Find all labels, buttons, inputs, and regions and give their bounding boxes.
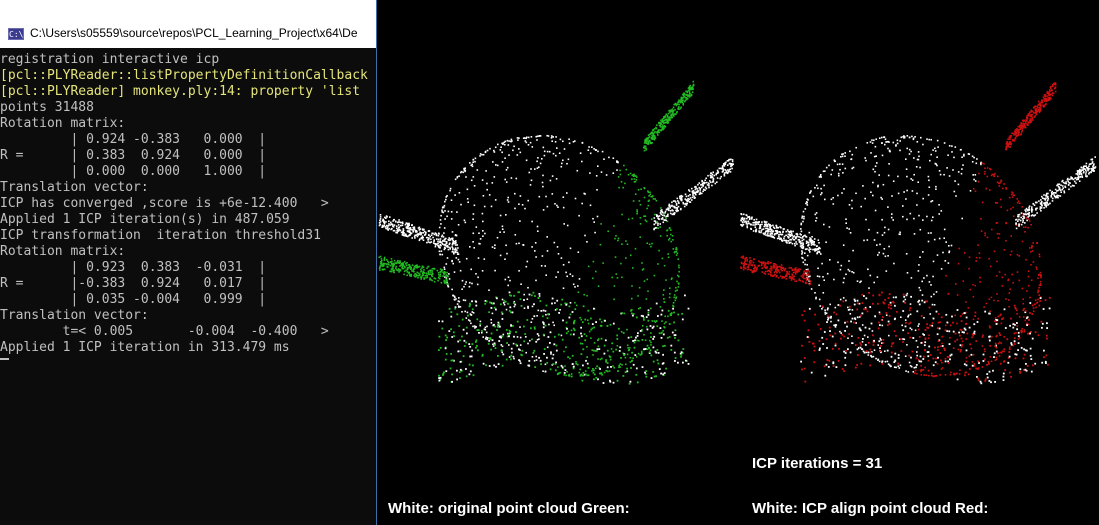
- console-line: Rotation matrix:: [0, 116, 126, 131]
- icp-iterations-label: ICP iterations = 31: [752, 455, 883, 472]
- console-title: C:\Users\s05559\source\repos\PCL_Learnin…: [30, 26, 358, 40]
- console-line: [pcl::PLYReader::listPropertyDefinitionC…: [0, 68, 368, 83]
- console-cursor: [0, 358, 9, 360]
- point-cloud-aligned: [740, 82, 1097, 385]
- console-line: | 0.923 0.383 -0.031 |: [0, 260, 267, 275]
- console-line: points 31488: [0, 100, 94, 115]
- console-line: registration interactive icp: [0, 52, 220, 67]
- console-line: [pcl::PLYReader] monkey.ply:14: property…: [0, 84, 361, 99]
- console-window: C:\ C:\Users\s05559\source\repos\PCL_Lea…: [0, 0, 377, 525]
- console-line: Translation vector:: [0, 180, 149, 195]
- console-line: R = |-0.383 0.924 0.017 |: [0, 276, 267, 291]
- console-line: Translation vector:: [0, 308, 149, 323]
- caption-original: White: original point cloud Green:: [388, 500, 630, 517]
- console-titlebar[interactable]: C:\ C:\Users\s05559\source\repos\PCL_Lea…: [0, 0, 376, 48]
- console-line: ICP transformation iteration threshold31: [0, 228, 321, 243]
- console-line: | 0.035 -0.004 0.999 |: [0, 292, 267, 307]
- viewport-icp-aligned[interactable]: ICP iterations = 31 White: ICP align poi…: [740, 0, 1099, 525]
- console-line: R = | 0.383 0.924 0.000 |: [0, 148, 267, 163]
- console-line: | 0.000 0.000 1.000 |: [0, 164, 267, 179]
- console-line: Rotation matrix:: [0, 244, 126, 259]
- viewport-original[interactable]: White: original point cloud Green:: [378, 0, 738, 525]
- point-cloud-original: [378, 80, 734, 385]
- console-app-icon: C:\: [8, 28, 24, 40]
- console-line: Applied 1 ICP iteration in 313.479 ms: [0, 340, 290, 355]
- console-line: ICP has converged ,score is +6e-12.400 >: [0, 196, 329, 211]
- console-line: | 0.924 -0.383 0.000 |: [0, 132, 267, 147]
- console-output[interactable]: registration interactive icp [pcl::PLYRea…: [0, 52, 376, 522]
- console-line: t=< 0.005 -0.004 -0.400 >: [0, 324, 329, 339]
- caption-aligned: White: ICP align point cloud Red:: [752, 500, 989, 517]
- console-line: Applied 1 ICP iteration(s) in 487.059: [0, 212, 290, 227]
